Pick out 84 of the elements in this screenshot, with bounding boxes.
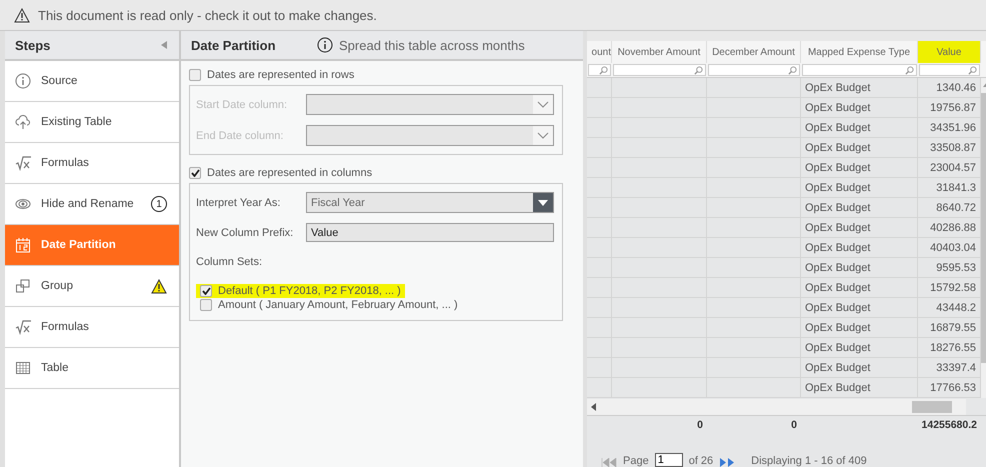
- step-label: Table: [41, 362, 70, 374]
- checkbox[interactable]: [189, 167, 201, 179]
- table-cell: OpEx Budget: [801, 198, 918, 218]
- checkbox-label: Dates are represented in rows: [207, 69, 354, 81]
- filter-field[interactable]: [613, 64, 706, 76]
- field-label: Column Sets:: [196, 256, 264, 268]
- display-count: Displaying 1 - 16 of 409: [751, 455, 867, 467]
- square-root-icon: [15, 319, 31, 335]
- square-root-icon: [15, 155, 31, 171]
- table-cell: OpEx Budget: [801, 278, 918, 298]
- total-cell-text: 14255680.2: [920, 418, 978, 432]
- checkbox[interactable]: [189, 69, 201, 81]
- table-cell: OpEx Budget: [801, 378, 918, 398]
- page-label: Page: [623, 455, 649, 467]
- search-icon[interactable]: [968, 66, 977, 74]
- prefix-input[interactable]: Value: [306, 223, 554, 242]
- table-cell: OpEx Budget: [801, 178, 918, 198]
- filter-field[interactable]: [708, 64, 800, 76]
- table-cell: OpEx Budget: [801, 338, 918, 358]
- table-cell: OpEx Budget: [801, 298, 918, 318]
- year-dropdown[interactable]: Fiscal Year: [306, 192, 554, 213]
- table-icon: [15, 360, 31, 376]
- count-badge: 1: [151, 196, 167, 212]
- dropdown-field[interactable]: [306, 125, 554, 146]
- search-icon[interactable]: [599, 66, 608, 74]
- table-cell: OpEx Budget: [801, 238, 918, 258]
- step-label: Existing Table: [41, 116, 113, 128]
- filter-field[interactable]: [919, 64, 980, 76]
- checkbox-label: Amount ( January Amount, February Amount, ... ): [218, 299, 458, 311]
- checkbox-label: Dates are represented in columns: [207, 167, 372, 179]
- warning-icon: [14, 8, 30, 22]
- search-icon[interactable]: [788, 66, 797, 74]
- field-label: New Column Prefix:: [196, 226, 294, 238]
- scroll-left-icon[interactable]: [591, 403, 596, 411]
- step-label: Formulas: [41, 321, 90, 333]
- total-cell-text: 0: [696, 418, 704, 432]
- table-cell: OpEx Budget: [801, 138, 918, 158]
- table-cell: OpEx Budget: [801, 158, 918, 178]
- page-input[interactable]: 1: [654, 453, 683, 467]
- step-label: Formulas: [41, 157, 90, 169]
- checkbox[interactable]: [200, 299, 212, 311]
- checkbox[interactable]: [200, 285, 212, 297]
- field-label: Start Date column:: [196, 98, 288, 110]
- filter-field[interactable]: [802, 64, 917, 76]
- scrollbar-thumb[interactable]: [912, 401, 952, 413]
- page-count: of 26: [688, 455, 714, 467]
- search-icon[interactable]: [694, 66, 703, 74]
- panel-subtitle: Spread this table across months: [339, 38, 525, 52]
- total-cell-text: 0: [790, 418, 798, 432]
- table-cell: OpEx Budget: [801, 118, 918, 138]
- next-page-icon[interactable]: [719, 458, 736, 467]
- table-cell: OpEx Budget: [801, 78, 918, 98]
- horizontal-scrollbar[interactable]: [587, 399, 966, 415]
- dropdown-field[interactable]: [306, 94, 554, 115]
- search-icon[interactable]: [905, 66, 914, 74]
- info-icon: [317, 37, 333, 53]
- column-header[interactable]: Value: [918, 41, 981, 63]
- collapse-icon[interactable]: [161, 41, 167, 49]
- first-page-icon[interactable]: [601, 458, 617, 467]
- caret-down-icon: [537, 100, 549, 108]
- table-cell: OpEx Budget: [801, 218, 918, 238]
- stacked-windows-icon: [15, 278, 31, 294]
- step-label: Group: [41, 280, 74, 292]
- table-cell: OpEx Budget: [801, 258, 918, 278]
- cloud-upload-icon: [15, 114, 31, 130]
- field-label: End Date column:: [196, 130, 284, 142]
- table-cell: OpEx Budget: [801, 358, 918, 378]
- steps-title: Steps: [15, 38, 52, 52]
- field-label: Interpret Year As:: [196, 196, 282, 208]
- banner-text: This document is read only - check it out to make changes.: [38, 8, 377, 22]
- checkbox-label: Default ( P1 FY2018, P2 FY2018, ... ): [218, 285, 401, 297]
- step-label: Date Partition: [41, 239, 117, 251]
- info-icon: [15, 73, 31, 89]
- panel-title: Date Partition: [191, 38, 277, 52]
- step-label: Source: [41, 75, 78, 87]
- caret-down-icon: [537, 132, 549, 140]
- step-label: Hide and Rename: [41, 198, 135, 210]
- calendar-icon: [15, 237, 31, 253]
- concentric-rings-icon: [15, 196, 31, 212]
- table-cell: OpEx Budget: [801, 98, 918, 118]
- warning-icon: [151, 278, 167, 294]
- filter-field[interactable]: [588, 64, 611, 76]
- table-cell: OpEx Budget: [801, 318, 918, 338]
- caret-down-icon: [538, 200, 548, 206]
